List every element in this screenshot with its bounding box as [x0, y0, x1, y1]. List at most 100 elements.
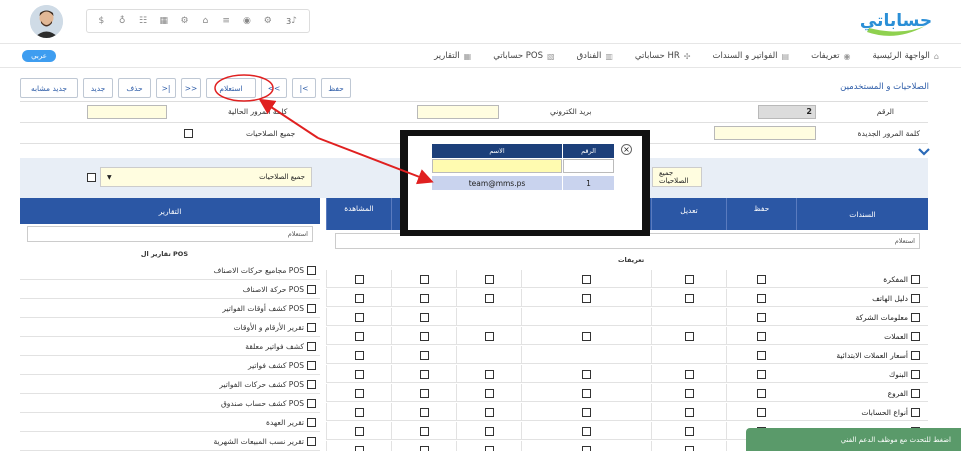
voucher-all-checkbox[interactable] [911, 312, 920, 322]
support-chat-button[interactable]: اضغط للتحدث مع موظف الدعم الفني [746, 428, 961, 451]
permission-checkbox[interactable] [684, 293, 694, 303]
voucher-all-checkbox[interactable] [911, 293, 920, 303]
permission-checkbox[interactable] [684, 407, 694, 417]
close-icon[interactable]: × [621, 144, 632, 155]
all-permissions-checkbox[interactable] [184, 129, 193, 138]
nav-item-invoices[interactable]: ▤ الفواتير و السندات [712, 51, 789, 61]
permission-checkbox[interactable] [354, 331, 364, 341]
notification-bell-icon[interactable]: 3 ♪ [283, 15, 301, 27]
printer-icon[interactable]: ▦ [158, 15, 170, 27]
report-permission-checkbox[interactable] [307, 418, 316, 427]
permission-checkbox[interactable] [582, 331, 591, 341]
report-permission-checkbox[interactable] [307, 304, 316, 313]
permission-checkbox[interactable] [757, 388, 766, 398]
permission-checkbox[interactable] [582, 388, 591, 398]
permission-checkbox[interactable] [684, 388, 694, 398]
permission-checkbox[interactable] [484, 369, 494, 379]
permission-checkbox[interactable] [419, 293, 429, 303]
report-permission-checkbox[interactable] [307, 399, 316, 408]
permission-checkbox[interactable] [354, 426, 364, 436]
permission-checkbox[interactable] [582, 369, 591, 379]
permission-checkbox[interactable] [354, 293, 364, 303]
permission-checkbox[interactable] [582, 407, 591, 417]
nav-item-reports[interactable]: ▦ التقارير [434, 51, 471, 61]
gear-icon[interactable]: ⚙ [262, 15, 274, 27]
permission-checkbox[interactable] [484, 426, 494, 436]
number-field[interactable]: 2 [758, 105, 816, 119]
permission-checkbox[interactable] [484, 331, 494, 341]
new-button[interactable]: جديد [83, 78, 113, 98]
permission-checkbox[interactable] [354, 369, 364, 379]
permission-checkbox[interactable] [484, 445, 494, 451]
nav-item-hotels[interactable]: ▥ الفنادق [577, 51, 613, 61]
permission-checkbox[interactable] [757, 331, 766, 341]
permission-checkbox[interactable] [684, 369, 694, 379]
query-button[interactable]: استعلام [206, 78, 256, 98]
permission-checkbox[interactable] [419, 312, 429, 322]
report-permission-checkbox[interactable] [307, 342, 316, 351]
first-record-button[interactable]: |< [292, 78, 316, 98]
nav-item-definitions[interactable]: ◉ تعريفات [811, 51, 850, 61]
report-permission-checkbox[interactable] [307, 361, 316, 370]
permission-checkbox[interactable] [419, 388, 429, 398]
permission-checkbox[interactable] [419, 350, 429, 360]
nav-item-pos[interactable]: ▧ حساباتي POS [493, 51, 554, 61]
save-button[interactable]: حفظ [321, 78, 351, 98]
email-field[interactable] [417, 105, 499, 119]
permission-checkbox[interactable] [354, 388, 364, 398]
new-password-field[interactable] [714, 126, 816, 140]
permission-checkbox[interactable] [684, 274, 694, 284]
language-toggle-button[interactable]: عربي [22, 50, 56, 62]
permission-checkbox[interactable] [419, 369, 429, 379]
circle-icon[interactable]: ◉ [241, 15, 253, 27]
report-permission-checkbox[interactable] [307, 437, 316, 446]
nav-item-home[interactable]: ⌂ الواجهة الرئيسية [873, 51, 940, 61]
permission-checkbox[interactable] [684, 445, 694, 451]
popup-name-filter-input[interactable] [432, 159, 562, 173]
popup-result-number[interactable]: 1 [563, 176, 614, 190]
delete-button[interactable]: حذف [118, 78, 151, 98]
permission-checkbox[interactable] [354, 407, 364, 417]
permission-checkbox[interactable] [419, 274, 429, 284]
permission-checkbox[interactable] [484, 407, 494, 417]
permission-checkbox[interactable] [757, 312, 766, 322]
report-permission-checkbox[interactable] [307, 323, 316, 332]
popup-result-name[interactable]: team@mms.ps [432, 176, 562, 190]
permission-checkbox[interactable] [757, 369, 766, 379]
permission-checkbox[interactable] [582, 293, 591, 303]
gamepad-icon[interactable]: ⚙ [179, 15, 191, 27]
reports-permissions-select[interactable]: ▼ جميع الصلاحيات [100, 167, 312, 187]
voucher-all-checkbox[interactable] [911, 350, 920, 360]
permission-checkbox[interactable] [757, 350, 766, 360]
permission-checkbox[interactable] [354, 350, 364, 360]
previous-record-button[interactable]: << [261, 78, 287, 98]
voucher-all-checkbox[interactable] [911, 407, 920, 417]
new-similar-button[interactable]: جديد مشابه [20, 78, 78, 98]
voucher-all-checkbox[interactable] [911, 331, 920, 341]
voucher-all-checkbox[interactable] [911, 388, 920, 398]
voucher-all-checkbox[interactable] [911, 369, 920, 379]
permission-checkbox[interactable] [757, 274, 766, 284]
permission-checkbox[interactable] [484, 274, 494, 284]
permission-checkbox[interactable] [684, 331, 694, 341]
android-icon[interactable]: ⌂ [199, 15, 211, 27]
permission-checkbox[interactable] [757, 293, 766, 303]
permission-checkbox[interactable] [419, 426, 429, 436]
next-record-button[interactable]: >> [181, 78, 201, 98]
permission-checkbox[interactable] [419, 407, 429, 417]
last-record-button[interactable]: >| [156, 78, 176, 98]
dollar-icon[interactable]: $ [95, 15, 107, 27]
report-permission-checkbox[interactable] [307, 266, 316, 275]
permission-checkbox[interactable] [757, 407, 766, 417]
report-permission-checkbox[interactable] [307, 380, 316, 389]
permission-checkbox[interactable] [354, 274, 364, 284]
nav-item-hr[interactable]: ✣ حساباتي HR [635, 51, 691, 61]
report-permission-checkbox[interactable] [307, 285, 316, 294]
permission-checkbox[interactable] [684, 426, 694, 436]
reports-all-checkbox[interactable] [87, 173, 96, 182]
users-icon[interactable]: ☷ [137, 15, 149, 27]
permission-checkbox[interactable] [484, 388, 494, 398]
popup-number-filter-input[interactable] [563, 159, 614, 173]
permission-checkbox[interactable] [419, 331, 429, 341]
user-avatar[interactable] [30, 5, 63, 38]
